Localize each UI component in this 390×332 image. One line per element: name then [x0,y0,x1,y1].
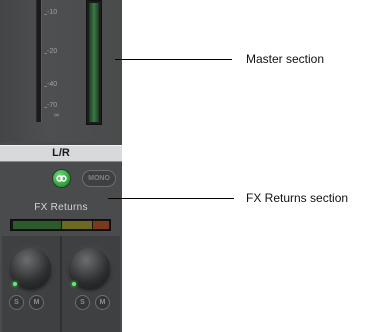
knob-indicator-led [72,282,76,286]
stereo-link-button[interactable] [53,170,70,187]
db-mark-infinity: ∞ [54,112,59,119]
fx-meter-segment-yellow [62,221,92,229]
fx-return-1-solo-button[interactable]: S [9,295,24,310]
fx-returns-callout-line [108,198,234,199]
db-mark-70: -70 [47,102,58,109]
fx-returns-title: FX Returns [34,202,88,213]
fx-channel-divider [60,236,62,332]
fx-returns-meter [10,219,111,231]
mixer-strip: -10 -20 -40 -70 ∞ L/R MONO FX Returns S … [0,0,122,332]
master-fader-track[interactable] [36,0,42,122]
knob-indicator-led [13,282,17,286]
fx-return-2-solo-button[interactable]: S [75,295,90,310]
master-callout-label: Master section [246,52,325,66]
fx-meter-segment-red [93,221,109,229]
output-assignment-label[interactable]: L/R [0,145,122,162]
fx-return-1-mute-button[interactable]: M [29,295,44,310]
fx-return-2-mute-button[interactable]: M [95,295,110,310]
fx-return-2-level-knob[interactable] [70,248,110,288]
master-level-meter [86,0,102,125]
link-icon [56,175,67,182]
master-meter-fill [89,3,99,122]
mono-button[interactable]: MONO [82,170,116,187]
master-callout-line [115,59,232,60]
fx-returns-callout-label: FX Returns section [246,191,349,205]
fx-return-1-level-knob[interactable] [11,248,51,288]
db-mark-20: -20 [47,48,58,55]
fx-meter-segment-green [13,221,61,229]
db-mark-10: -10 [47,9,58,16]
master-section: -10 -20 -40 -70 ∞ [0,0,122,142]
db-mark-40: -40 [47,81,58,88]
